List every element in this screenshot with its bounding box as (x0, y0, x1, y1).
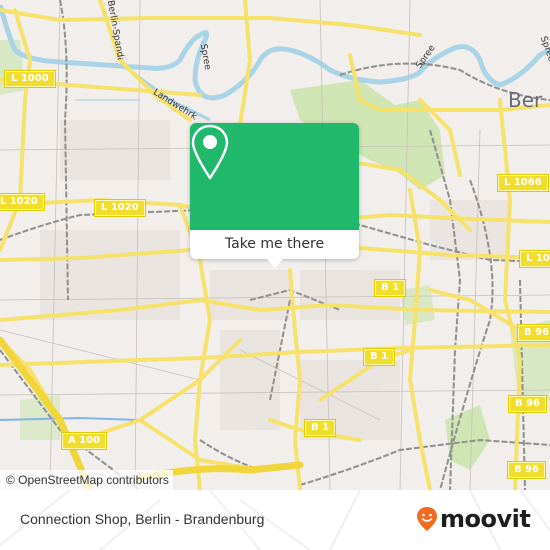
moovit-wordmark: moovit (440, 505, 531, 533)
road-label-l1066: L 1066 (497, 174, 549, 192)
road-label-l1000: L 1000 (4, 70, 56, 88)
map-view[interactable]: Ber Spree Spree Spree Landwehrkanal Berl… (0, 0, 550, 490)
road-label-b1: B 1 (362, 348, 396, 366)
road-label-a100: A 100 (60, 432, 108, 450)
road-label-b1: B 1 (373, 279, 407, 297)
map-attribution[interactable]: © OpenStreetMap contributors (0, 470, 173, 490)
take-me-there-button[interactable]: Take me there (190, 230, 359, 259)
moovit-logo[interactable]: moovit (416, 504, 531, 534)
road-label-l1066: L 1066 (519, 250, 550, 268)
district-label: Ber (508, 88, 543, 112)
road-label-b1: B 1 (303, 419, 337, 437)
place-title: Connection Shop, Berlin - Brandenburg (20, 511, 265, 527)
popup-pointer (267, 259, 283, 268)
road-label-b96: B 96 (516, 324, 550, 342)
road-label-l1020: L 1020 (0, 193, 45, 211)
location-popup: Take me there (190, 123, 359, 268)
location-pin-icon (191, 124, 229, 180)
popup-header[interactable] (190, 123, 359, 230)
moovit-smiley-pin-icon (417, 507, 437, 531)
footer: Connection Shop, Berlin - Brandenburg mo… (0, 490, 550, 550)
road-label-b96: B 96 (507, 395, 548, 413)
road-label-l1020: L 1020 (94, 199, 146, 217)
road-label-b96: B 96 (506, 461, 547, 479)
